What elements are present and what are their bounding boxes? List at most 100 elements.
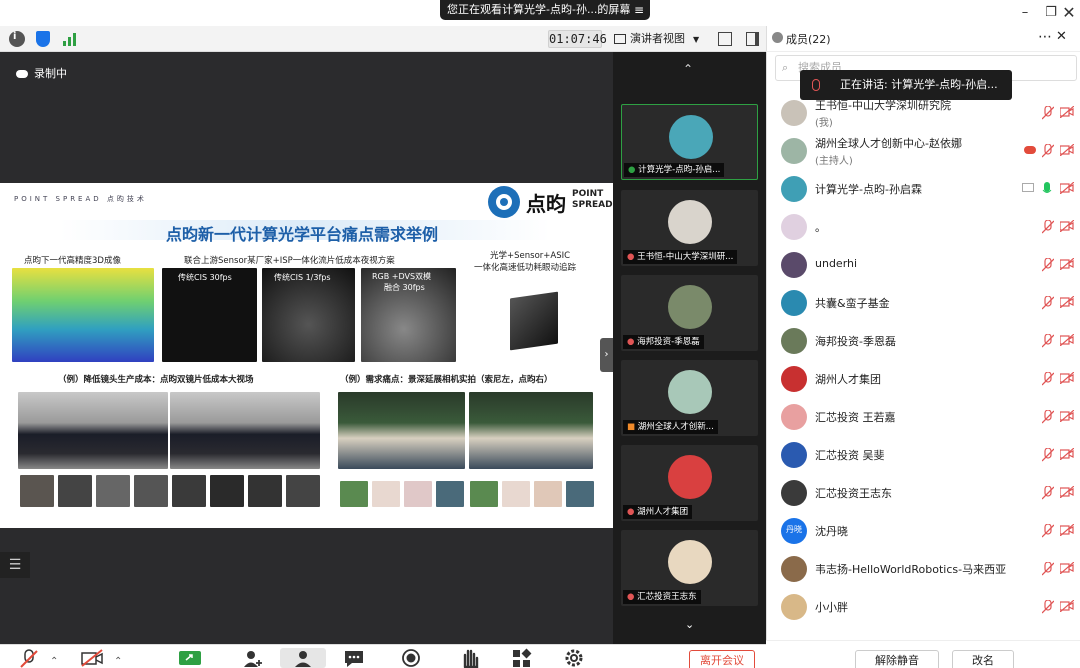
close-icon[interactable]: ✕ — [1056, 3, 1080, 23]
camera-off-icon[interactable] — [1060, 182, 1074, 194]
video-tile[interactable]: ● 海邦投资-季恩磊 — [621, 275, 758, 351]
slide-brand-en1: POINT — [572, 189, 604, 199]
mic-muted-icon[interactable] — [1042, 144, 1054, 158]
leave-meeting-button[interactable]: 离开会议 — [689, 650, 755, 668]
camera-off-icon[interactable] — [1060, 600, 1074, 612]
camera-off-icon[interactable] — [1060, 106, 1074, 118]
member-row[interactable]: 丹晓 沈丹晓 — [778, 512, 1078, 550]
mic-muted-icon[interactable] — [1042, 524, 1054, 538]
member-name: 湖州人才集团 — [815, 373, 881, 386]
camera-off-icon[interactable] — [1060, 258, 1074, 270]
slide-title: 点昀新一代计算光学平台痛点需求举例 — [166, 225, 439, 244]
camera-off-icon[interactable] — [1060, 144, 1074, 156]
minimize-icon[interactable]: – — [1012, 3, 1038, 23]
caption-cis-3fps: 传统CIS 1/3fps — [274, 273, 331, 282]
panel-toggle-icon[interactable] — [746, 32, 759, 46]
mic-muted-icon[interactable] — [1042, 220, 1054, 234]
member-row[interactable]: 湖州全球人才创新中心-赵依娜 (主持人) — [778, 132, 1078, 170]
more-icon[interactable]: ⋯ — [1038, 29, 1052, 45]
stop-video-icon[interactable] — [80, 648, 104, 668]
cloud-record-icon — [1024, 146, 1036, 154]
member-row[interactable]: 王书恒-中山大学深圳研究院 (我) — [778, 94, 1078, 132]
member-name: 海邦投资-季恩磊 — [815, 335, 896, 348]
member-row[interactable]: 汇芯投资 王若嘉 — [778, 398, 1078, 436]
member-name: 共囊&蛮子基金 — [815, 297, 890, 310]
camera-off-icon[interactable] — [1060, 524, 1074, 536]
video-tile-label: ● 王书恒-中山大学深圳研... — [623, 250, 738, 264]
member-row[interactable]: 海邦投资-季恩磊 — [778, 322, 1078, 360]
member-row[interactable]: 共囊&蛮子基金 — [778, 284, 1078, 322]
eye-tracking-cube-image — [510, 291, 558, 351]
info-icon[interactable] — [9, 31, 25, 47]
mic-muted-icon[interactable] — [1042, 296, 1054, 310]
mic-muted-icon[interactable] — [1042, 410, 1054, 424]
video-tile[interactable]: ● 汇芯投资王志东 — [621, 530, 758, 606]
mic-muted-icon[interactable] — [1042, 106, 1054, 120]
member-row[interactable]: 。 — [778, 208, 1078, 246]
avatar — [668, 540, 712, 584]
member-row[interactable]: 汇芯投资 吴斐 — [778, 436, 1078, 474]
mic-muted-icon[interactable] — [1042, 448, 1054, 462]
collapse-strip-handle[interactable]: › — [600, 338, 613, 372]
avatar — [781, 290, 807, 316]
chevron-up-icon[interactable]: ⌃ — [114, 656, 138, 668]
camera-off-icon[interactable] — [1060, 410, 1074, 422]
chevron-up-icon[interactable]: ⌃ — [683, 62, 693, 76]
mic-active-icon[interactable] — [1042, 182, 1052, 196]
camera-off-icon[interactable] — [1060, 296, 1074, 308]
member-row[interactable]: 汇芯投资王志东 — [778, 474, 1078, 512]
crop-thumb — [96, 475, 130, 507]
video-tile[interactable]: ● 计算光学-点昀-孙启... — [621, 104, 758, 180]
mic-muted-icon[interactable] — [1042, 334, 1054, 348]
mute-mic-icon[interactable] — [18, 648, 42, 668]
mic-muted-icon[interactable] — [1042, 258, 1054, 272]
member-row[interactable]: 韦志扬-HelloWorldRobotics-马来西亚 — [778, 550, 1078, 588]
camera-off-icon[interactable] — [1060, 334, 1074, 346]
share-screen-icon[interactable] — [178, 648, 202, 668]
camera-off-icon[interactable] — [1060, 486, 1074, 498]
chevron-up-icon[interactable]: ⌃ — [50, 656, 74, 668]
camera-off-icon[interactable] — [1060, 372, 1074, 384]
mic-muted-icon[interactable] — [1042, 486, 1054, 500]
video-tile[interactable]: ● 湖州人才集团 — [621, 445, 758, 521]
mic-muted-icon[interactable] — [1042, 372, 1054, 386]
avatar — [781, 176, 807, 202]
video-tile[interactable]: ● 王书恒-中山大学深圳研... — [621, 190, 758, 266]
list-icon[interactable]: ☰ — [0, 552, 30, 578]
mic-muted-icon[interactable] — [1042, 562, 1054, 576]
crop-thumb — [172, 475, 206, 507]
video-tile-label: ● 湖州人才集团 — [623, 505, 693, 519]
camera-off-icon[interactable] — [1060, 562, 1074, 574]
point-spread-logo — [488, 186, 520, 218]
invite-icon[interactable] — [241, 648, 265, 668]
screen-share-banner[interactable]: 您正在观看计算光学-点昀-孙...的屏幕 ≡ — [440, 0, 650, 20]
camera-off-icon[interactable] — [1060, 220, 1074, 232]
member-row[interactable]: underhi — [778, 246, 1078, 284]
menu-icon[interactable]: ≡ — [634, 0, 644, 20]
crop-thumb — [534, 481, 562, 507]
members-icon[interactable] — [280, 648, 326, 668]
camera-off-icon[interactable] — [1060, 448, 1074, 460]
member-row[interactable]: 湖州人才集团 — [778, 360, 1078, 398]
settings-icon[interactable] — [562, 648, 586, 668]
video-tile[interactable]: ■ 湖州全球人才创新... — [621, 360, 758, 436]
section-lens-cost: （例）降低镜头生产成本：点昀双镜片低成本大视场 — [58, 375, 254, 385]
caption-rgb-dvs-2: 融合 30fps — [384, 283, 425, 292]
avatar: 丹晓 — [781, 518, 807, 544]
raise-hand-icon[interactable] — [458, 648, 482, 668]
chevron-down-icon[interactable]: ⌄ — [685, 618, 694, 631]
shield-icon[interactable] — [36, 31, 50, 47]
person-icon — [772, 32, 783, 43]
member-row[interactable]: 小小胖 — [778, 588, 1078, 626]
signal-icon[interactable] — [62, 32, 78, 46]
member-row[interactable]: 计算光学-点昀-孙启霖 — [778, 170, 1078, 208]
mic-muted-icon[interactable] — [1042, 600, 1054, 614]
view-mode-button[interactable]: 演讲者视图 ▼ — [614, 30, 708, 48]
close-icon[interactable]: ✕ — [1056, 29, 1067, 44]
chat-icon[interactable] — [342, 648, 366, 668]
fullscreen-icon[interactable] — [718, 32, 732, 46]
record-icon[interactable] — [399, 648, 423, 668]
apps-icon[interactable] — [510, 648, 534, 668]
rename-button[interactable]: 改名 — [952, 650, 1014, 668]
unmute-all-button[interactable]: 解除静音 — [855, 650, 939, 668]
